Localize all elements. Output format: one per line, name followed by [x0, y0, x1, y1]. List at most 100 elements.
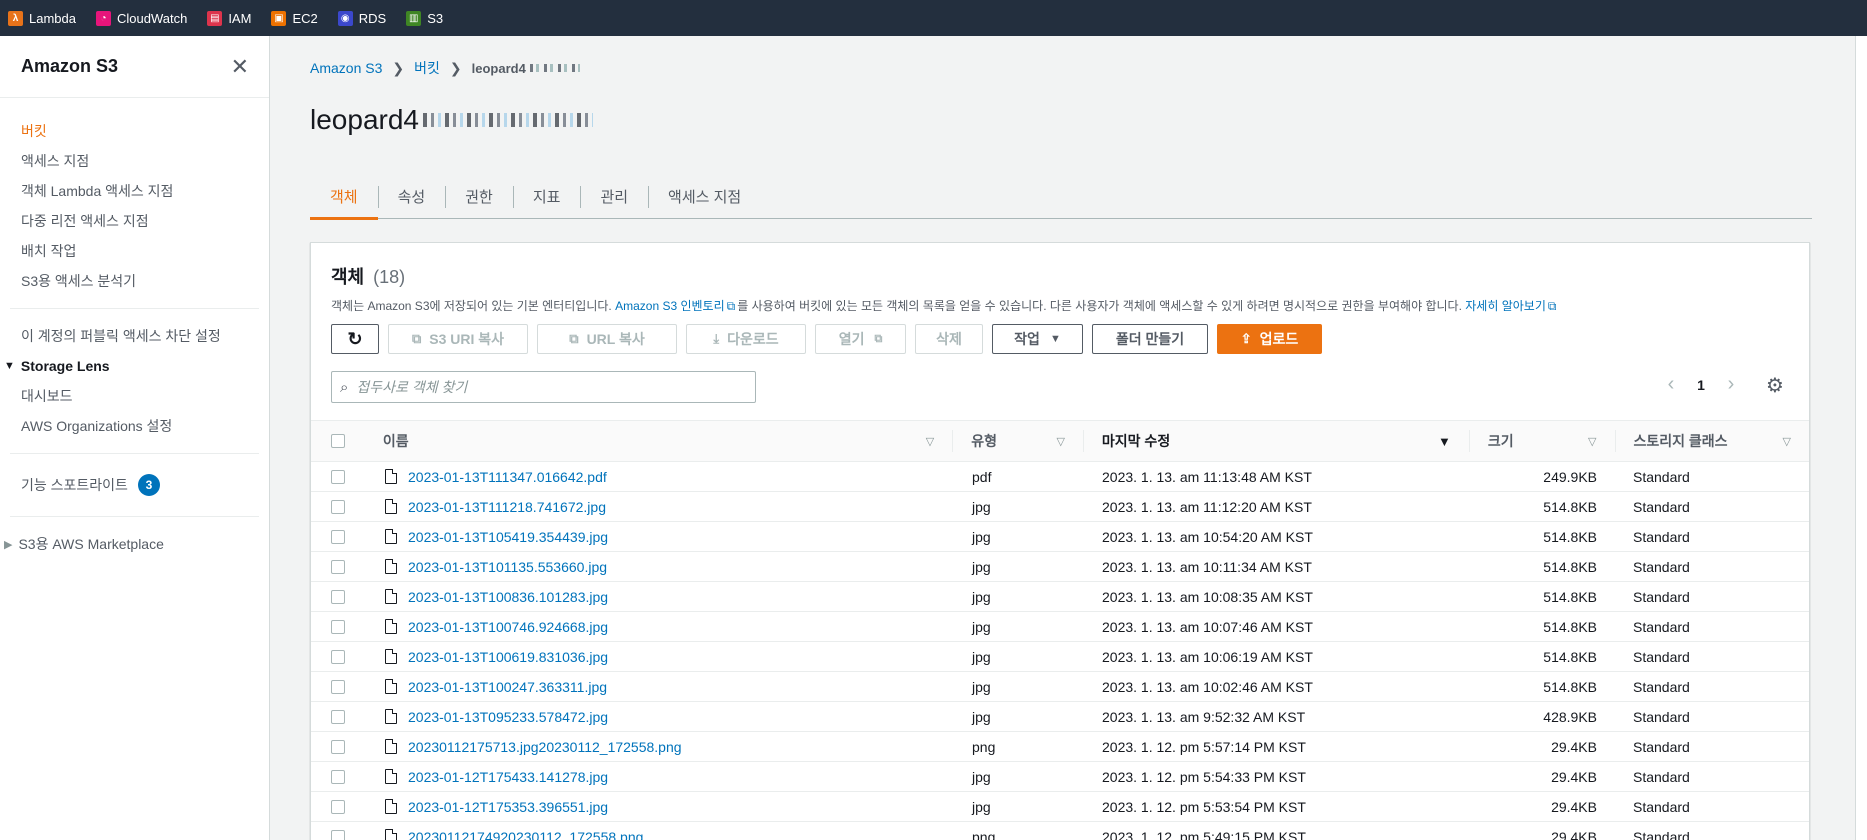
inventory-link[interactable]: Amazon S3 인벤토리 [615, 299, 725, 313]
object-link[interactable]: 2023-01-13T111347.016642.pdf [408, 469, 607, 485]
object-link[interactable]: 2023-01-13T100836.101283.jpg [408, 589, 608, 605]
sidebar-item-block-public-access[interactable]: 이 계정의 퍼블릭 액세스 차단 설정 [0, 321, 269, 351]
row-checkbox[interactable] [331, 769, 345, 784]
tab-access-points[interactable]: 액세스 지점 [648, 174, 761, 219]
object-link[interactable]: 2023-01-13T101135.553660.jpg [408, 559, 607, 575]
select-all-checkbox[interactable] [331, 434, 345, 448]
cell-storage-class: Standard [1633, 588, 1690, 605]
delete-button[interactable]: 삭제 [915, 324, 983, 354]
row-checkbox[interactable] [331, 469, 345, 484]
search-input[interactable] [356, 379, 737, 395]
actions-dropdown[interactable]: 작업 ▼ [992, 324, 1083, 354]
upload-button[interactable]: ⇪ 업로드 [1217, 324, 1322, 354]
lambda-icon: λ [8, 10, 23, 26]
breadcrumb-amazon-s3[interactable]: Amazon S3 [310, 60, 382, 76]
row-checkbox[interactable] [331, 679, 345, 694]
object-link[interactable]: 2023-01-13T100746.924668.jpg [408, 619, 608, 635]
table-row[interactable]: 2023-01-13T100619.831036.jpg jpg 2023. 1. … [311, 642, 1809, 672]
favorite-s3[interactable]: ▥ S3 [406, 10, 443, 26]
sidebar-item-dashboards[interactable]: 대시보드 [0, 381, 269, 411]
row-checkbox[interactable] [331, 799, 345, 814]
favorite-iam[interactable]: ▤ IAM [207, 10, 251, 26]
header-type[interactable]: 유형 ▽ [953, 431, 1083, 451]
table-row[interactable]: 20230112174920230112_172558.png png 2023. … [311, 822, 1809, 840]
open-button[interactable]: 열기 ⧉ [815, 324, 906, 354]
tab-properties[interactable]: 속성 [377, 174, 446, 219]
download-button[interactable]: ⤓ 다운로드 [686, 324, 806, 354]
header-size[interactable]: 크기 ▽ [1470, 431, 1615, 451]
table-row[interactable]: 2023-01-13T105419.354439.jpg jpg 2023. 1. … [311, 522, 1809, 552]
header-storage-class[interactable]: 스토리지 클래스 ▽ [1616, 431, 1810, 451]
objects-title: 객체 [331, 267, 365, 287]
object-link[interactable]: 2023-01-13T105419.354439.jpg [408, 529, 608, 545]
row-checkbox[interactable] [331, 829, 345, 840]
refresh-button[interactable]: ↻ [331, 324, 379, 354]
table-row[interactable]: 2023-01-13T100746.924668.jpg jpg 2023. 1. … [311, 612, 1809, 642]
next-page-icon[interactable]: › [1716, 373, 1746, 396]
row-checkbox[interactable] [331, 739, 345, 754]
gear-icon[interactable]: ⚙ [1766, 373, 1784, 398]
objects-table: 이름 ▽ 유형 ▽ 마지막 수정 ▼ 크기 ▽ 스토리지 클래스 ▽ 2023-01-13… [311, 420, 1809, 840]
delete-label: 삭제 [936, 331, 962, 347]
marketplace-section[interactable]: ▶ S3용 AWS Marketplace [0, 529, 269, 559]
header-last-modified[interactable]: 마지막 수정 ▼ [1084, 431, 1469, 451]
sidebar-item-multi-region[interactable]: 다중 리전 액세스 지점 [0, 206, 269, 236]
favorite-ec2[interactable]: ▣ EC2 [271, 10, 318, 26]
row-checkbox[interactable] [331, 649, 345, 664]
table-row[interactable]: 2023-01-13T111218.741672.jpg jpg 2023. 1. … [311, 492, 1809, 522]
table-row[interactable]: 2023-01-12T175353.396551.jpg jpg 2023. 1. … [311, 792, 1809, 822]
sidebar-item-org-settings[interactable]: AWS Organizations 설정 [0, 411, 269, 441]
marketplace-label: S3용 AWS Marketplace [18, 536, 164, 552]
favorite-cloudwatch[interactable]: ◔ CloudWatch [95, 10, 187, 26]
copy-s3-uri-button[interactable]: ⧉ S3 URI 복사 [388, 324, 528, 354]
sidebar-item-batch-ops[interactable]: 배치 작업 [0, 236, 269, 266]
row-checkbox[interactable] [331, 619, 345, 634]
sidebar-item-access-points[interactable]: 액세스 지점 [0, 146, 269, 176]
close-icon[interactable]: ✕ [231, 54, 249, 80]
table-row[interactable]: 2023-01-13T095233.578472.jpg jpg 2023. 1. … [311, 702, 1809, 732]
page-number[interactable]: 1 [1686, 377, 1716, 393]
object-link[interactable]: 2023-01-13T100247.363311.jpg [408, 679, 607, 695]
object-link[interactable]: 2023-01-13T100619.831036.jpg [408, 649, 608, 665]
sort-icon: ▽ [1782, 435, 1792, 448]
cell-name: 2023-01-13T111347.016642.pdf [373, 469, 954, 485]
row-checkbox[interactable] [331, 499, 345, 514]
breadcrumb-buckets[interactable]: 버킷 [414, 58, 440, 78]
row-checkbox[interactable] [331, 589, 345, 604]
sidebar-item-buckets[interactable]: 버킷 [0, 116, 269, 146]
tab-metrics[interactable]: 지표 [512, 174, 581, 219]
sidebar-item-access-analyzer[interactable]: S3용 액세스 분석기 [0, 266, 269, 296]
storage-lens-section[interactable]: ▼ Storage Lens [0, 351, 269, 381]
tab-permissions[interactable]: 권한 [445, 174, 513, 219]
table-row[interactable]: 2023-01-12T175433.141278.jpg jpg 2023. 1. … [311, 762, 1809, 792]
create-folder-button[interactable]: 폴더 만들기 [1092, 324, 1208, 354]
learn-more-link[interactable]: 자세히 알아보기 [1465, 299, 1546, 313]
table-row[interactable]: 20230112175713.jpg20230112_172558.png png… [311, 732, 1809, 762]
prev-page-icon[interactable]: ‹ [1656, 373, 1686, 396]
row-checkbox[interactable] [331, 529, 345, 544]
table-row[interactable]: 2023-01-13T100247.363311.jpg jpg 2023. 1. … [311, 672, 1809, 702]
favorite-lambda[interactable]: λ Lambda [8, 10, 76, 26]
object-link[interactable]: 2023-01-13T095233.578472.jpg [408, 709, 608, 725]
table-row[interactable]: 2023-01-13T101135.553660.jpg jpg 2023. 1. … [311, 552, 1809, 582]
row-select-cell [311, 829, 373, 840]
sidebar-item-feature-spotlight[interactable]: 기능 스포트라이트 3 [0, 466, 269, 504]
cell-size: 514.8KB [1543, 498, 1597, 515]
table-row[interactable]: 2023-01-13T111347.016642.pdf pdf 2023. 1. … [311, 462, 1809, 492]
object-link[interactable]: 2023-01-12T175433.141278.jpg [408, 769, 608, 785]
favorite-rds[interactable]: ◉ RDS [337, 10, 386, 26]
tab-objects[interactable]: 객체 [310, 174, 378, 220]
header-name[interactable]: 이름 ▽ [373, 431, 952, 451]
table-row[interactable]: 2023-01-13T100836.101283.jpg jpg 2023. 1. … [311, 582, 1809, 612]
refresh-icon: ↻ [347, 328, 363, 349]
cell-storage-class: Standard [1633, 708, 1690, 725]
object-link[interactable]: 20230112174920230112_172558.png [408, 829, 643, 840]
object-link[interactable]: 2023-01-13T111218.741672.jpg [408, 499, 606, 515]
tab-management[interactable]: 관리 [580, 174, 648, 219]
copy-url-button[interactable]: ⧉ URL 복사 [537, 324, 677, 354]
sidebar-item-object-lambda[interactable]: 객체 Lambda 액세스 지점 [0, 176, 269, 206]
object-link[interactable]: 20230112175713.jpg20230112_172558.png [408, 739, 682, 755]
row-checkbox[interactable] [331, 709, 345, 724]
object-link[interactable]: 2023-01-12T175353.396551.jpg [408, 799, 608, 815]
row-checkbox[interactable] [331, 559, 345, 574]
